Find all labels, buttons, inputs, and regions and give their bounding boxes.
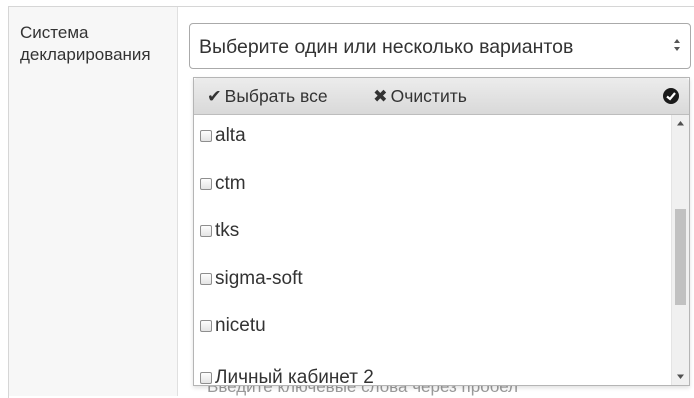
checkbox[interactable] — [200, 178, 212, 190]
close-dropdown-button[interactable] — [663, 88, 679, 104]
option-label: Личный кабинет 2 — [215, 367, 374, 385]
option-label: tks — [215, 220, 240, 241]
clear-button[interactable]: ✖ Очистить — [373, 86, 467, 107]
checkmark-icon: ✔ — [207, 86, 222, 106]
checkbox[interactable] — [200, 320, 212, 332]
form-row: Система декларирования Выберите один или… — [0, 0, 694, 398]
list-item[interactable]: ctm — [200, 172, 246, 196]
field-label: Система декларирования — [20, 23, 151, 64]
list-item[interactable]: nicetu — [200, 314, 266, 338]
list-item[interactable]: sigma-soft — [200, 267, 303, 291]
declaration-system-select[interactable]: Выберите один или несколько вариантов — [189, 23, 691, 69]
list-item[interactable]: alta — [200, 124, 246, 148]
dropdown-header: ✔ Выбрать все ✖ Очистить — [194, 78, 689, 115]
option-label: ctm — [215, 173, 246, 194]
select-placeholder: Выберите один или несколько вариантов — [199, 36, 574, 58]
checkbox[interactable] — [200, 130, 212, 142]
checkbox[interactable] — [200, 273, 212, 285]
scroll-down-arrow-icon[interactable] — [672, 368, 689, 385]
option-label: alta — [215, 125, 246, 146]
scroll-up-arrow-icon[interactable] — [672, 115, 689, 132]
x-icon: ✖ — [373, 86, 388, 106]
scroll-thumb[interactable] — [675, 209, 686, 305]
options-list: alta ctm tks sigma-soft nicetu Личный ка… — [194, 115, 672, 385]
checkbox[interactable] — [200, 372, 212, 384]
checkbox[interactable] — [200, 225, 212, 237]
clear-label: Очистить — [390, 86, 467, 106]
list-item[interactable]: tks — [200, 219, 239, 243]
list-item[interactable]: Личный кабинет 2 — [200, 366, 374, 385]
multiselect-dropdown: ✔ Выбрать все ✖ Очистить alta ctm tks si… — [193, 77, 690, 386]
select-all-button[interactable]: ✔ Выбрать все — [207, 86, 328, 107]
circle-check-icon — [666, 92, 676, 101]
scrollbar[interactable] — [671, 115, 689, 385]
option-label: nicetu — [215, 315, 266, 336]
select-all-label: Выбрать все — [224, 86, 328, 106]
option-label: sigma-soft — [215, 268, 303, 289]
up-down-caret-icon — [673, 34, 681, 56]
